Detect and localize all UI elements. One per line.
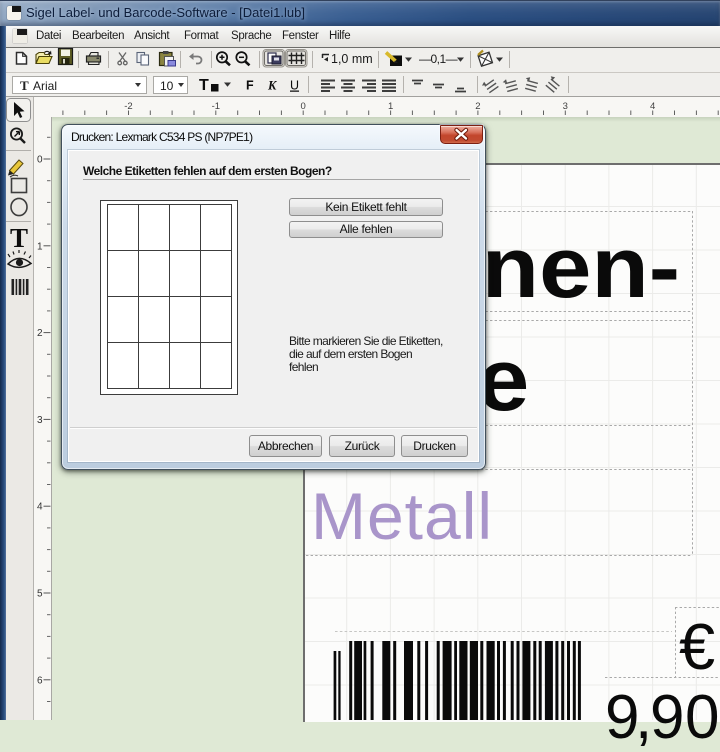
svg-text:3: 3 <box>563 101 568 112</box>
svg-text:F: F <box>246 79 254 93</box>
svg-text:T: T <box>199 77 209 94</box>
svg-text:1: 1 <box>388 101 393 112</box>
svg-text:-1: -1 <box>212 101 220 112</box>
svg-text:K: K <box>267 79 278 93</box>
svg-text:-2: -2 <box>124 101 132 112</box>
svg-text:0: 0 <box>301 101 306 112</box>
svg-text:U: U <box>290 79 299 93</box>
svg-text:4: 4 <box>650 101 655 112</box>
svg-text:2: 2 <box>475 101 480 112</box>
